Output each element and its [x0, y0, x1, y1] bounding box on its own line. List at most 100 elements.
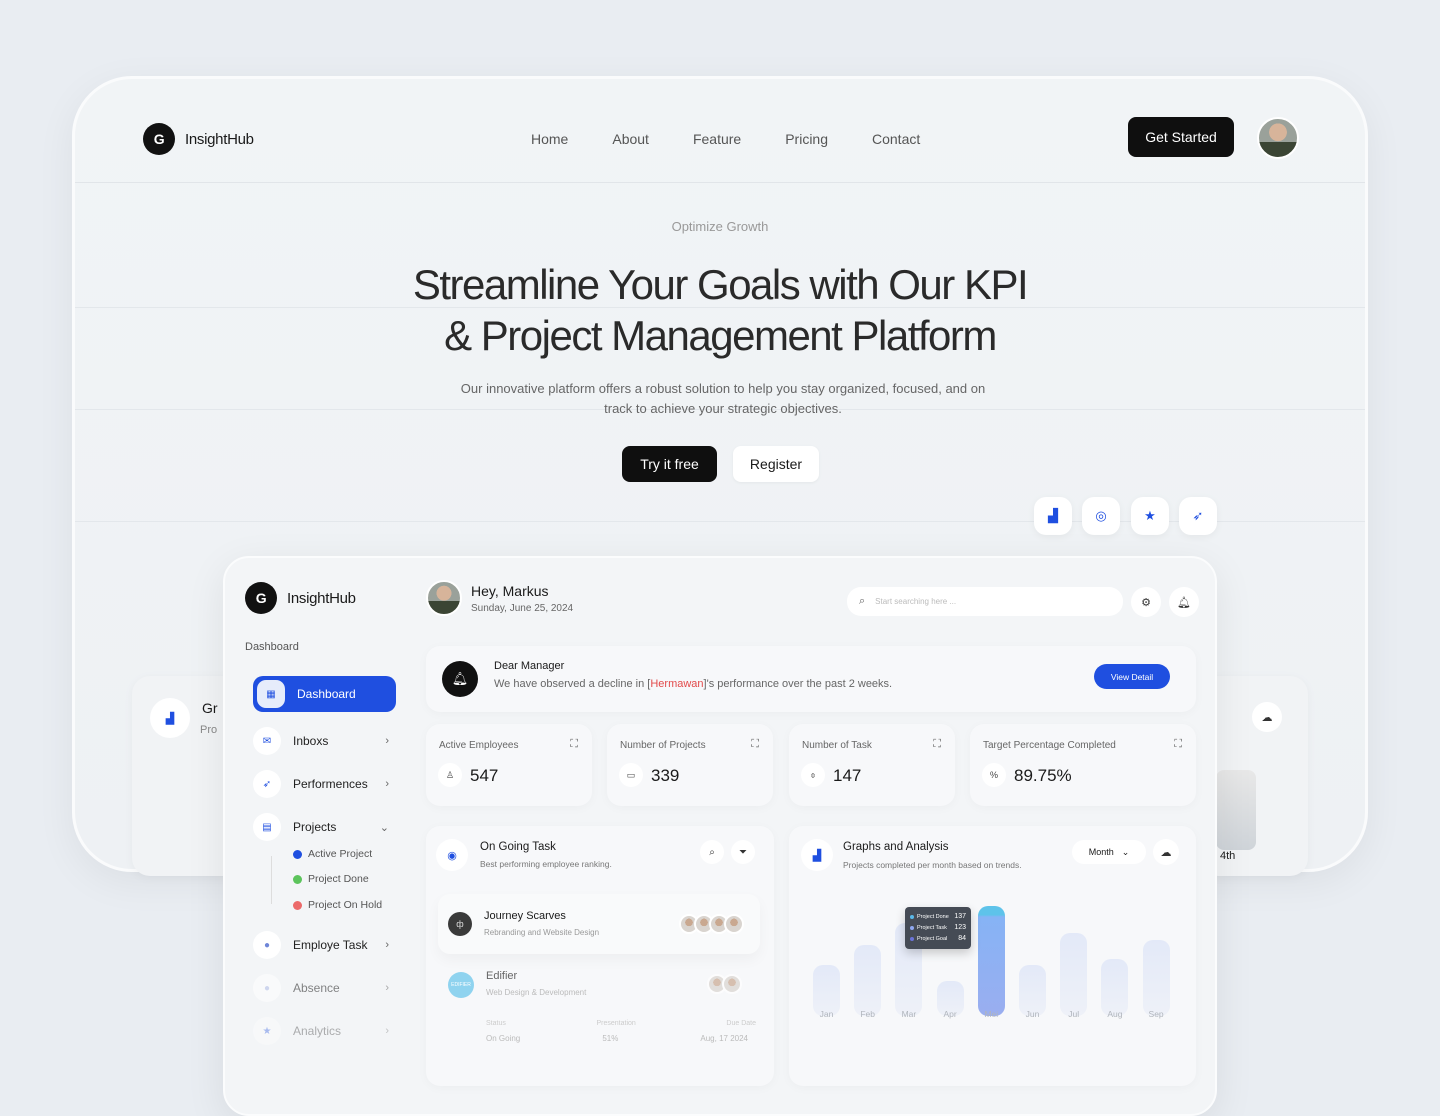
clock-icon [293, 849, 302, 859]
rank-fragment: 4th [1220, 850, 1236, 862]
employee-name[interactable]: Hermawan [650, 678, 703, 690]
stat-label: Number of Task [802, 740, 872, 751]
chevron-right-icon: › [385, 1025, 389, 1037]
tooltip-value: 84 [958, 935, 966, 942]
sidebar-item-employe-task[interactable]: ● Employe Task › [253, 927, 397, 963]
sub-item-project-on-hold[interactable]: Project On Hold [293, 899, 382, 911]
stat-value: 89.75% [1014, 766, 1072, 785]
hero-title: Streamline Your Goals with Our KPI & Proj… [75, 259, 1365, 361]
logo-icon: G [143, 123, 175, 155]
nav-pricing[interactable]: Pricing [785, 131, 828, 147]
chart-icon[interactable]: ▟ [1034, 497, 1072, 535]
bar-feb[interactable] [854, 945, 882, 1016]
expand-icon[interactable]: ⛶ [933, 738, 941, 751]
stat-card-employees: Active Employees ⛶ ♙ 547 [426, 724, 592, 806]
bar-aug[interactable] [1101, 959, 1129, 1016]
x-tick-label: Aug [1107, 1009, 1123, 1019]
meta-value: Aug, 17 2024 [700, 1034, 748, 1043]
meta-label: Presentation [596, 1020, 636, 1027]
sidebar-item-label: Employe Task [293, 938, 368, 952]
nav-feature[interactable]: Feature [693, 131, 741, 147]
meta-value: 51% [602, 1034, 619, 1043]
tooltip-label: Project Task [917, 924, 947, 931]
search-icon[interactable]: ⌕ [700, 840, 724, 864]
bar-sep[interactable] [1142, 940, 1170, 1016]
sidebar-item-label: Analytics [293, 1024, 342, 1038]
x-tick-label: Feb [860, 1009, 876, 1019]
logo[interactable]: G InsightHub [143, 123, 254, 155]
stat-value: 147 [833, 766, 862, 785]
pause-icon [293, 900, 302, 910]
sidebar-item-label: Projects [293, 820, 337, 834]
card-title-fragment: Gr [202, 700, 218, 716]
register-button[interactable]: Register [733, 446, 819, 482]
sidebar-item-projects[interactable]: ▤ Projects ⌄ [253, 809, 397, 845]
stat-card-tasks: Number of Task ⛶ ⌽ 147 [789, 724, 955, 806]
tooltip-label: Project Done [917, 913, 949, 920]
nav-contact[interactable]: Contact [872, 131, 920, 147]
plot-area [809, 904, 1179, 1016]
user-icon: ♙ [438, 763, 462, 787]
rocket-icon[interactable]: ➶ [1179, 497, 1217, 535]
search-icon: ⌕ [859, 595, 866, 607]
cloud-icon[interactable]: ☁ [1252, 702, 1282, 732]
greeting: Hey, Markus [471, 583, 549, 599]
section-label: Dashboard [245, 641, 299, 653]
tooltip-value: 123 [954, 924, 966, 931]
dashboard-logo[interactable]: G InsightHub [245, 582, 356, 614]
view-detail-button[interactable]: View Detail [1094, 664, 1170, 689]
sub-item-active-project[interactable]: Active Project [293, 848, 372, 860]
try-free-button[interactable]: Try it free [622, 446, 717, 482]
sub-item-project-done[interactable]: Project Done [293, 873, 369, 885]
task-name: Edifier [486, 970, 518, 982]
expand-icon[interactable]: ⛶ [751, 738, 759, 751]
layout-icon: ▦ [257, 680, 285, 708]
title-line-1: Streamline Your Goals with Our KPI [412, 261, 1029, 308]
x-tick-label: Jan [819, 1009, 834, 1019]
file-icon: ▤ [253, 813, 281, 841]
task-desc: Rebranding and Website Design [484, 928, 600, 937]
sidebar-item-inboxs[interactable]: ✉ Inboxs › [253, 723, 397, 759]
assignee-avatars [679, 914, 744, 934]
expand-icon[interactable]: ⛶ [570, 738, 578, 751]
chevron-right-icon: › [385, 735, 389, 747]
chart-icon: ▟ [150, 698, 190, 738]
star-icon[interactable]: ★ [1131, 497, 1169, 535]
list-item[interactable]: ф Journey Scarves Rebranding and Website… [438, 894, 760, 954]
mail-icon: ✉ [253, 727, 281, 755]
stat-label: Target Percentage Completed [983, 740, 1116, 751]
nav-home[interactable]: Home [531, 131, 568, 147]
ongoing-task-card: ◉ On Going Task Best performing employee… [426, 826, 774, 1086]
brand-name: InsightHub [185, 130, 254, 148]
get-started-button[interactable]: Get Started [1128, 117, 1234, 157]
user-avatar[interactable] [1257, 117, 1299, 159]
sidebar-item-absence[interactable]: ● Absence › [253, 970, 397, 1006]
sidebar-item-analytics[interactable]: ★ Analytics › [253, 1013, 397, 1049]
markus-avatar[interactable] [426, 580, 462, 616]
chevron-right-icon: › [385, 778, 389, 790]
bell-icon[interactable]: 🔔︎ [1169, 587, 1199, 617]
alert-title: Dear Manager [494, 660, 565, 672]
filter-icon[interactable]: ⏷ [731, 840, 755, 864]
sidebar-item-performences[interactable]: ➶ Performences › [253, 766, 397, 802]
folder-icon: ▭ [619, 763, 643, 787]
settings-icon[interactable]: ⚙ [1131, 587, 1161, 617]
nav-about[interactable]: About [612, 131, 649, 147]
fingerprint-icon[interactable]: ◎ [1082, 497, 1120, 535]
star-icon: ★ [253, 1017, 281, 1045]
check-icon [293, 874, 302, 884]
alert-card: 🔔︎ Dear Manager We have observed a decli… [426, 646, 1196, 712]
bar-jul[interactable] [1060, 933, 1088, 1016]
x-tick-label: Apr [943, 1009, 957, 1019]
project-logo: ф [448, 912, 472, 936]
task-desc: Web Design & Development [486, 988, 587, 997]
stat-card-projects: Number of Projects ⛶ ▭ 339 [607, 724, 773, 806]
bar-mei[interactable] [977, 906, 1005, 1016]
x-tick-label: Mei [984, 1009, 999, 1019]
sidebar-item-dashboard[interactable]: ▦ Dashboard [253, 676, 396, 712]
expand-icon[interactable]: ⛶ [1174, 738, 1182, 751]
bell-alert-icon: 🔔︎ [442, 661, 478, 697]
meta-label: Status [486, 1020, 506, 1027]
person-photo [1216, 770, 1256, 850]
search-input[interactable]: ⌕ Start searching here ... [847, 587, 1123, 616]
